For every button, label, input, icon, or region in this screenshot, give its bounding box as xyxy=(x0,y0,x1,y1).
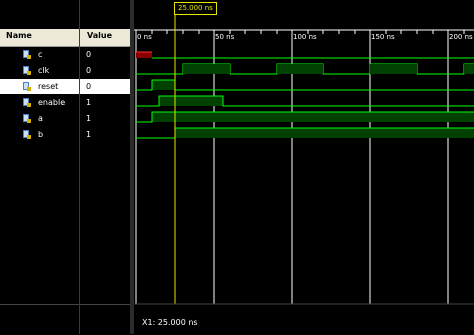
wave-c xyxy=(136,51,474,59)
signal-value: 0 xyxy=(86,50,92,59)
signal-value: 1 xyxy=(86,114,92,123)
wave-reset xyxy=(136,79,474,91)
signal-row-c[interactable]: c xyxy=(0,47,79,62)
wave-enable xyxy=(136,95,474,107)
value-column-header[interactable]: Value xyxy=(80,29,130,47)
tick-label: 100 ns xyxy=(293,33,317,41)
wave-b xyxy=(136,127,474,139)
signal-name: enable xyxy=(38,98,66,107)
signal-value: 1 xyxy=(86,98,92,107)
tick-label: 50 ns xyxy=(215,33,235,41)
tick-label: 150 ns xyxy=(371,33,395,41)
signal-row-b[interactable]: b xyxy=(0,127,79,142)
signal-icon xyxy=(22,129,31,139)
signal-value: 0 xyxy=(86,66,92,75)
signal-icon xyxy=(22,81,31,91)
signal-icon xyxy=(22,97,31,107)
signal-name: b xyxy=(38,130,44,139)
value-cell: 0 xyxy=(80,47,130,62)
signal-row-enable[interactable]: enable xyxy=(0,95,79,110)
value-cell: 0 xyxy=(80,63,130,78)
signal-name: clk xyxy=(38,66,50,75)
signal-row-clk[interactable]: clk xyxy=(0,63,79,78)
name-panel-footer xyxy=(0,304,79,335)
value-cell: 1 xyxy=(80,111,130,126)
signal-row-a[interactable]: a xyxy=(0,111,79,126)
signal-value: 1 xyxy=(86,130,92,139)
cursor-time-label[interactable]: 25.000 ns xyxy=(174,2,217,15)
signal-name: c xyxy=(38,50,43,59)
value-panel: Value 0 0 0 1 1 1 xyxy=(80,0,130,335)
signal-name: reset xyxy=(38,82,59,91)
waveform-canvas[interactable] xyxy=(134,0,474,334)
name-header-label: Name xyxy=(6,31,32,40)
signal-value: 0 xyxy=(86,82,92,91)
signal-row-reset[interactable]: reset xyxy=(0,79,79,94)
name-panel: Name c clk reset enable a b xyxy=(0,0,79,335)
wave-a xyxy=(136,111,474,123)
value-panel-footer xyxy=(80,304,130,335)
signal-icon xyxy=(22,65,31,75)
name-column-header[interactable]: Name xyxy=(0,29,79,47)
signal-name: a xyxy=(38,114,43,123)
signal-icon xyxy=(22,49,31,59)
tick-label: 200 ns xyxy=(449,33,473,41)
wave-clk xyxy=(136,63,474,75)
value-cell: 1 xyxy=(80,95,130,110)
value-header-label: Value xyxy=(87,31,113,40)
signal-icon xyxy=(22,113,31,123)
waveform-panel[interactable]: 0 ns 50 ns 100 ns 150 ns 200 ns xyxy=(134,0,474,334)
value-cell: 0 xyxy=(80,79,130,94)
value-cell: 1 xyxy=(80,127,130,142)
tick-label: 0 ns xyxy=(137,33,152,41)
cursor-readout: X1: 25.000 ns xyxy=(142,318,198,327)
